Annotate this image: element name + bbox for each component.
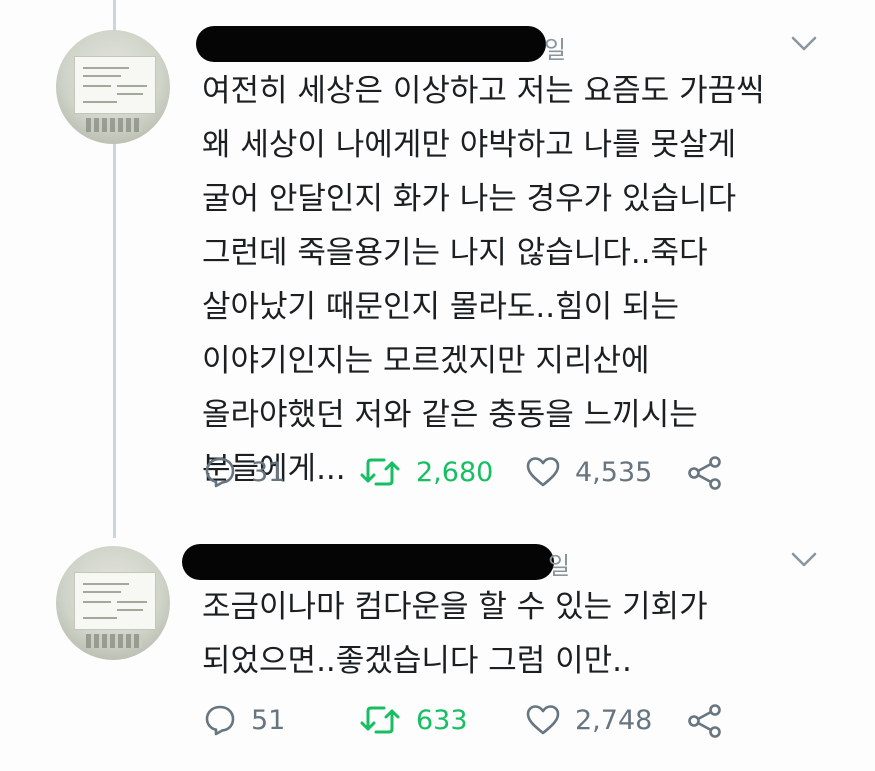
- retweet-icon: [360, 706, 400, 734]
- tweet-text-line: 이야기인지는 모르겠지만 지리산에: [202, 343, 650, 379]
- tweet-text-line: 살아났기 때문인지 몰라도..힘이 되는: [202, 289, 680, 325]
- redacted-username: [196, 26, 546, 62]
- reply-count: 51: [251, 704, 286, 736]
- retweet-count: 2,680: [416, 456, 494, 488]
- retweet-button[interactable]: 2,680: [358, 455, 493, 489]
- retweet-count: 633: [416, 704, 468, 736]
- tweet-text-line: 여전히 세상은 이상하고 저는 요즘도 가끔씩: [202, 73, 765, 109]
- timestamp-suffix: 일: [544, 36, 567, 64]
- avatar-image: [74, 56, 156, 114]
- tweet-1[interactable]: 일 여전히 세상은 이상하고 저는 요즘도 가끔씩 왜 세상이 나에게만 야박하…: [0, 0, 875, 538]
- chevron-down-icon[interactable]: [791, 552, 817, 568]
- tweet-text-line: 조금이나마 컴다운을 할 수 있는 기회가: [202, 589, 708, 625]
- like-button[interactable]: 2,748: [525, 703, 652, 737]
- tweet-text: 조금이나마 컴다운을 할 수 있는 기회가 되었으면..좋겠습니다 그럼 이만.…: [202, 580, 708, 688]
- chevron-down-icon[interactable]: [791, 36, 817, 52]
- share-icon: [688, 456, 721, 490]
- tweet-text-line: 굴어 안달인지 화가 나는 경우가 있습니다: [202, 181, 737, 217]
- tweet-text-line: 왜 세상이 나에게만 야박하고 나를 못살게: [202, 127, 737, 163]
- reply-button[interactable]: 51: [203, 703, 285, 737]
- retweet-button[interactable]: 633: [358, 703, 468, 737]
- reply-count: 31: [251, 456, 286, 488]
- avatar[interactable]: [56, 546, 170, 660]
- reply-button[interactable]: 31: [203, 455, 285, 489]
- like-button[interactable]: 4,535: [525, 455, 652, 489]
- share-button[interactable]: [686, 455, 724, 491]
- tweet-text-line: 그런데 죽을용기는 나지 않습니다..죽다: [202, 235, 708, 271]
- share-button[interactable]: [686, 703, 724, 739]
- tweet-2[interactable]: 일 조금이나마 컴다운을 할 수 있는 기회가 되었으면..좋겠습니다 그럼 이…: [0, 538, 875, 771]
- tweet-text-line: 올라야했던 저와 같은 충동을 느끼시는: [202, 397, 698, 433]
- heart-icon: [526, 457, 560, 487]
- avatar[interactable]: [56, 30, 170, 144]
- reply-icon: [205, 457, 235, 488]
- like-count: 4,535: [575, 456, 653, 488]
- retweet-icon: [360, 458, 400, 486]
- share-icon: [688, 704, 721, 738]
- tweet-text: 여전히 세상은 이상하고 저는 요즘도 가끔씩 왜 세상이 나에게만 야박하고 …: [202, 64, 765, 496]
- heart-icon: [526, 705, 560, 735]
- reply-icon: [205, 705, 235, 736]
- like-count: 2,748: [575, 704, 653, 736]
- timestamp-suffix: 일: [548, 552, 571, 580]
- tweet-text-line: 되었으면..좋겠습니다 그럼 이만..: [202, 643, 632, 679]
- redacted-username: [182, 544, 554, 580]
- avatar-image: [74, 572, 156, 630]
